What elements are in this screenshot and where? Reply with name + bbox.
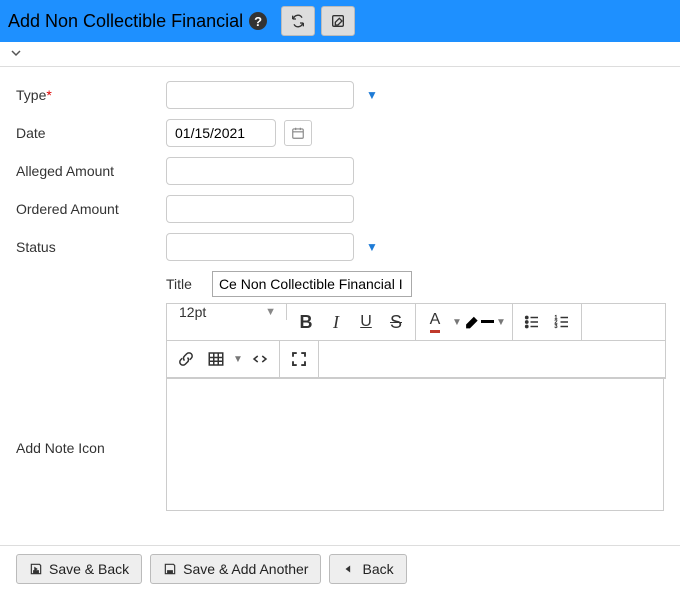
table-button[interactable] bbox=[201, 345, 231, 373]
label-date: Date bbox=[16, 125, 166, 141]
status-input[interactable] bbox=[166, 233, 354, 261]
label-alleged: Alleged Amount bbox=[16, 163, 166, 179]
toolbar-row-1: 12pt ▼ B I U S A ▼ ▼ bbox=[167, 304, 665, 341]
font-size-value: 12pt bbox=[179, 304, 206, 320]
italic-button[interactable]: I bbox=[321, 308, 351, 336]
date-input[interactable] bbox=[166, 119, 276, 147]
label-type-text: Type bbox=[16, 87, 46, 103]
chevron-down-icon: ▼ bbox=[265, 306, 276, 318]
collapse-bar bbox=[0, 42, 680, 67]
insert-group: ▼ bbox=[167, 341, 280, 377]
type-dropdown-caret[interactable]: ▼ bbox=[362, 88, 382, 102]
save-another-label: Save & Add Another bbox=[183, 561, 308, 577]
font-size-select[interactable]: 12pt ▼ bbox=[167, 304, 287, 320]
save-back-label: Save & Back bbox=[49, 561, 129, 577]
alleged-amount-input[interactable] bbox=[166, 157, 354, 185]
rich-text-editor: 12pt ▼ B I U S A ▼ ▼ bbox=[166, 303, 666, 379]
edit-button[interactable] bbox=[321, 6, 355, 36]
toolbar-spacer bbox=[582, 304, 665, 340]
text-color-button[interactable]: A bbox=[420, 308, 450, 336]
help-icon[interactable]: ? bbox=[249, 12, 267, 30]
label-type: Type* bbox=[16, 87, 166, 103]
svg-text:3: 3 bbox=[555, 324, 558, 330]
format-group: B I U S bbox=[287, 304, 416, 340]
save-back-button[interactable]: Save & Back bbox=[16, 554, 142, 584]
editor-body-row: Add Note Icon bbox=[16, 379, 664, 511]
fullscreen-group bbox=[280, 341, 319, 377]
label-ordered: Ordered Amount bbox=[16, 201, 166, 217]
code-button[interactable] bbox=[245, 345, 275, 373]
fullscreen-button[interactable] bbox=[284, 345, 314, 373]
required-marker: * bbox=[46, 87, 51, 103]
highlight-button[interactable] bbox=[464, 308, 494, 336]
strikethrough-button[interactable]: S bbox=[381, 308, 411, 336]
row-ordered: Ordered Amount bbox=[16, 195, 664, 223]
row-date: Date bbox=[16, 119, 664, 147]
form-area: Type* ▼ Date Alleged Amount O bbox=[0, 67, 680, 517]
link-button[interactable] bbox=[171, 345, 201, 373]
save-add-another-button[interactable]: Save & Add Another bbox=[150, 554, 321, 584]
underline-button[interactable]: U bbox=[351, 308, 381, 336]
list-group: 123 bbox=[513, 304, 582, 340]
row-alleged: Alleged Amount bbox=[16, 157, 664, 185]
label-add-note: Add Note Icon bbox=[16, 434, 166, 456]
page-header: Add Non Collectible Financial ? bbox=[0, 0, 680, 42]
row-status: Status ▼ bbox=[16, 233, 664, 261]
toolbar-spacer-2 bbox=[319, 341, 665, 377]
bullet-list-button[interactable] bbox=[517, 308, 547, 336]
editor-block: Title 12pt ▼ B I U S A ▼ bbox=[166, 271, 666, 379]
toolbar-row-2: ▼ bbox=[167, 341, 665, 378]
back-label: Back bbox=[362, 561, 393, 577]
status-dropdown-caret[interactable]: ▼ bbox=[362, 240, 382, 254]
title-row: Title bbox=[166, 271, 666, 297]
row-type: Type* ▼ bbox=[16, 81, 664, 109]
calendar-icon[interactable] bbox=[284, 120, 312, 146]
footer: Save & Back Save & Add Another Back bbox=[0, 545, 680, 592]
editor-body[interactable] bbox=[166, 379, 664, 511]
highlight-caret[interactable]: ▼ bbox=[494, 308, 508, 336]
table-caret[interactable]: ▼ bbox=[231, 345, 245, 373]
color-group: A ▼ ▼ bbox=[416, 304, 513, 340]
label-title: Title bbox=[166, 276, 192, 292]
refresh-button[interactable] bbox=[281, 6, 315, 36]
bold-button[interactable]: B bbox=[291, 308, 321, 336]
collapse-toggle[interactable] bbox=[10, 46, 22, 62]
numbered-list-button[interactable]: 123 bbox=[547, 308, 577, 336]
ordered-amount-input[interactable] bbox=[166, 195, 354, 223]
title-input[interactable] bbox=[212, 271, 412, 297]
label-status: Status bbox=[16, 239, 166, 255]
back-button[interactable]: Back bbox=[329, 554, 406, 584]
type-input[interactable] bbox=[166, 81, 354, 109]
page-title: Add Non Collectible Financial bbox=[8, 11, 243, 32]
text-color-caret[interactable]: ▼ bbox=[450, 308, 464, 336]
